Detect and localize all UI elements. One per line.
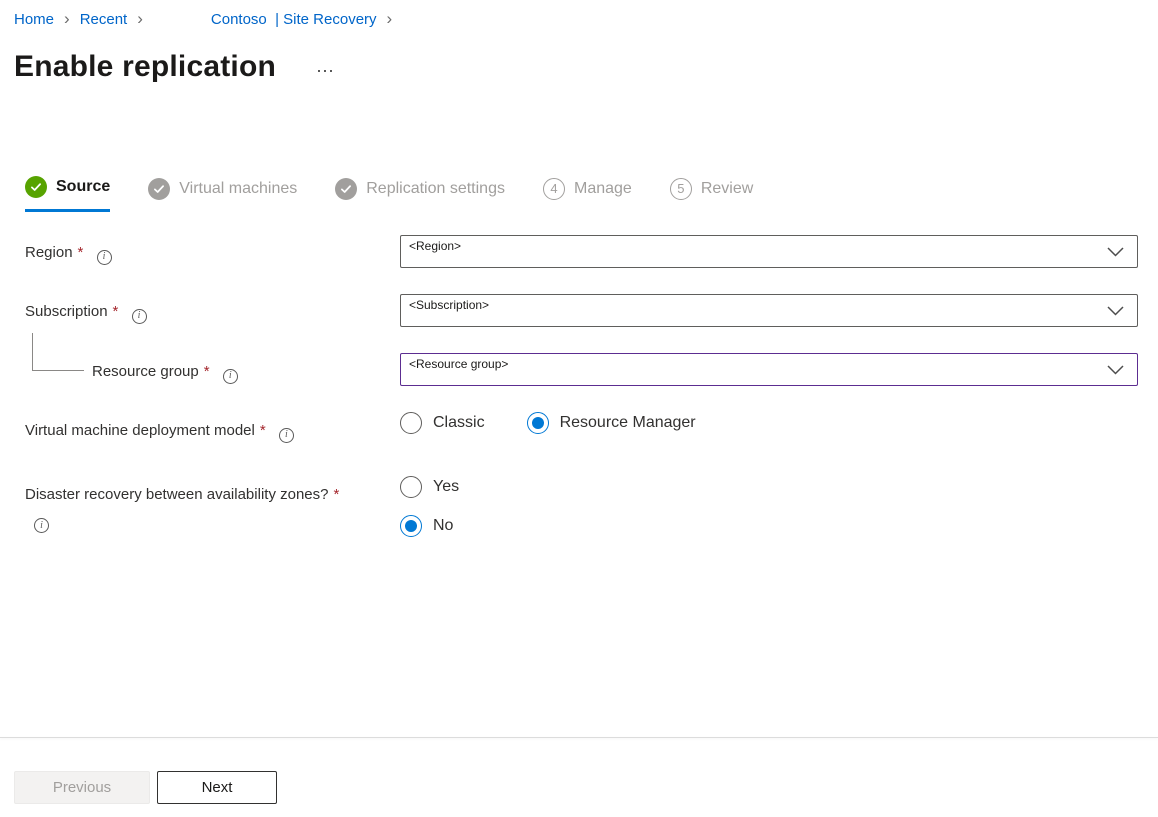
subscription-label-text: Subscription: [25, 303, 108, 320]
tab-label: Source: [56, 178, 110, 196]
title-row: Enable replication: [14, 50, 336, 84]
radio-label: Yes: [433, 478, 459, 496]
resource-group-dropdown[interactable]: <Resource group>: [400, 353, 1138, 386]
region-label: Region * i: [25, 243, 112, 263]
deployment-model-options: Classic Resource Manager: [400, 412, 696, 434]
chevron-right-icon: ›: [137, 10, 143, 27]
info-icon[interactable]: i: [279, 428, 294, 443]
info-icon[interactable]: i: [132, 309, 147, 324]
radio-circle-selected: [527, 412, 549, 434]
required-asterisk: *: [260, 422, 266, 439]
dr-zones-label-text: Disaster recovery between availability z…: [25, 486, 328, 503]
breadcrumb: Home › Recent › Contoso | Site Recovery …: [14, 11, 402, 28]
chevron-down-icon: [1107, 365, 1124, 375]
deployment-model-label-text: Virtual machine deployment model: [25, 422, 255, 439]
dr-zones-label: Disaster recovery between availability z…: [25, 481, 361, 535]
breadcrumb-site-recovery[interactable]: Contoso | Site Recovery: [211, 11, 377, 28]
tab-label: Replication settings: [366, 180, 505, 198]
step-number-icon: 4: [543, 178, 565, 200]
wizard-tabs: Source Virtual machines Replication sett…: [25, 176, 753, 212]
required-asterisk: *: [78, 244, 84, 261]
region-label-text: Region: [25, 244, 73, 261]
subscription-label: Subscription * i: [25, 302, 147, 322]
subscription-dropdown[interactable]: <Subscription>: [400, 294, 1138, 327]
step-number-icon: 5: [670, 178, 692, 200]
radio-label: Classic: [433, 414, 485, 432]
chevron-right-icon: ›: [64, 10, 70, 27]
tab-source[interactable]: Source: [25, 176, 110, 212]
subscription-dropdown-value: <Subscription>: [409, 298, 489, 312]
chevron-right-icon: ›: [387, 10, 393, 27]
previous-button[interactable]: Previous: [14, 771, 150, 804]
radio-label: No: [433, 517, 453, 535]
radio-circle: [400, 412, 422, 434]
info-icon[interactable]: i: [223, 369, 238, 384]
radio-circle: [400, 476, 422, 498]
check-icon: [25, 176, 47, 198]
tab-label: Manage: [574, 180, 632, 198]
resource-group-label: Resource group * i: [92, 362, 238, 382]
required-asterisk: *: [333, 486, 339, 503]
footer-divider: [0, 737, 1158, 738]
tab-virtual-machines[interactable]: Virtual machines: [148, 176, 297, 212]
page-title: Enable replication: [14, 50, 276, 84]
required-asterisk: *: [113, 303, 119, 320]
tab-replication-settings[interactable]: Replication settings: [335, 176, 505, 212]
nesting-connector-line: [32, 333, 84, 371]
dr-zones-option-yes: Yes: [400, 476, 459, 498]
chevron-down-icon: [1107, 247, 1124, 257]
ellipsis-menu-icon[interactable]: [316, 61, 336, 82]
tab-manage[interactable]: 4 Manage: [543, 176, 632, 212]
dr-zones-option-no: No: [400, 515, 453, 537]
required-asterisk: *: [204, 363, 210, 380]
enable-replication-page: Home › Recent › Contoso | Site Recovery …: [0, 0, 1158, 817]
tab-label: Review: [701, 180, 753, 198]
tab-review[interactable]: 5 Review: [670, 176, 753, 212]
region-dropdown-value: <Region>: [409, 239, 461, 253]
radio-no[interactable]: No: [400, 515, 453, 537]
radio-label: Resource Manager: [560, 414, 696, 432]
tab-label: Virtual machines: [179, 180, 297, 198]
breadcrumb-home[interactable]: Home: [14, 11, 54, 28]
region-dropdown[interactable]: <Region>: [400, 235, 1138, 268]
info-icon[interactable]: i: [97, 250, 112, 265]
resource-group-dropdown-value: <Resource group>: [409, 357, 508, 371]
check-icon: [148, 178, 170, 200]
resource-group-label-text: Resource group: [92, 363, 199, 380]
next-button[interactable]: Next: [157, 771, 277, 804]
radio-classic[interactable]: Classic: [400, 412, 485, 434]
breadcrumb-recent[interactable]: Recent: [80, 11, 128, 28]
check-icon: [335, 178, 357, 200]
info-icon[interactable]: i: [34, 518, 49, 533]
radio-yes[interactable]: Yes: [400, 476, 459, 498]
chevron-down-icon: [1107, 306, 1124, 316]
deployment-model-label: Virtual machine deployment model * i: [25, 421, 294, 441]
radio-circle-selected: [400, 515, 422, 537]
radio-resource-manager[interactable]: Resource Manager: [527, 412, 696, 434]
